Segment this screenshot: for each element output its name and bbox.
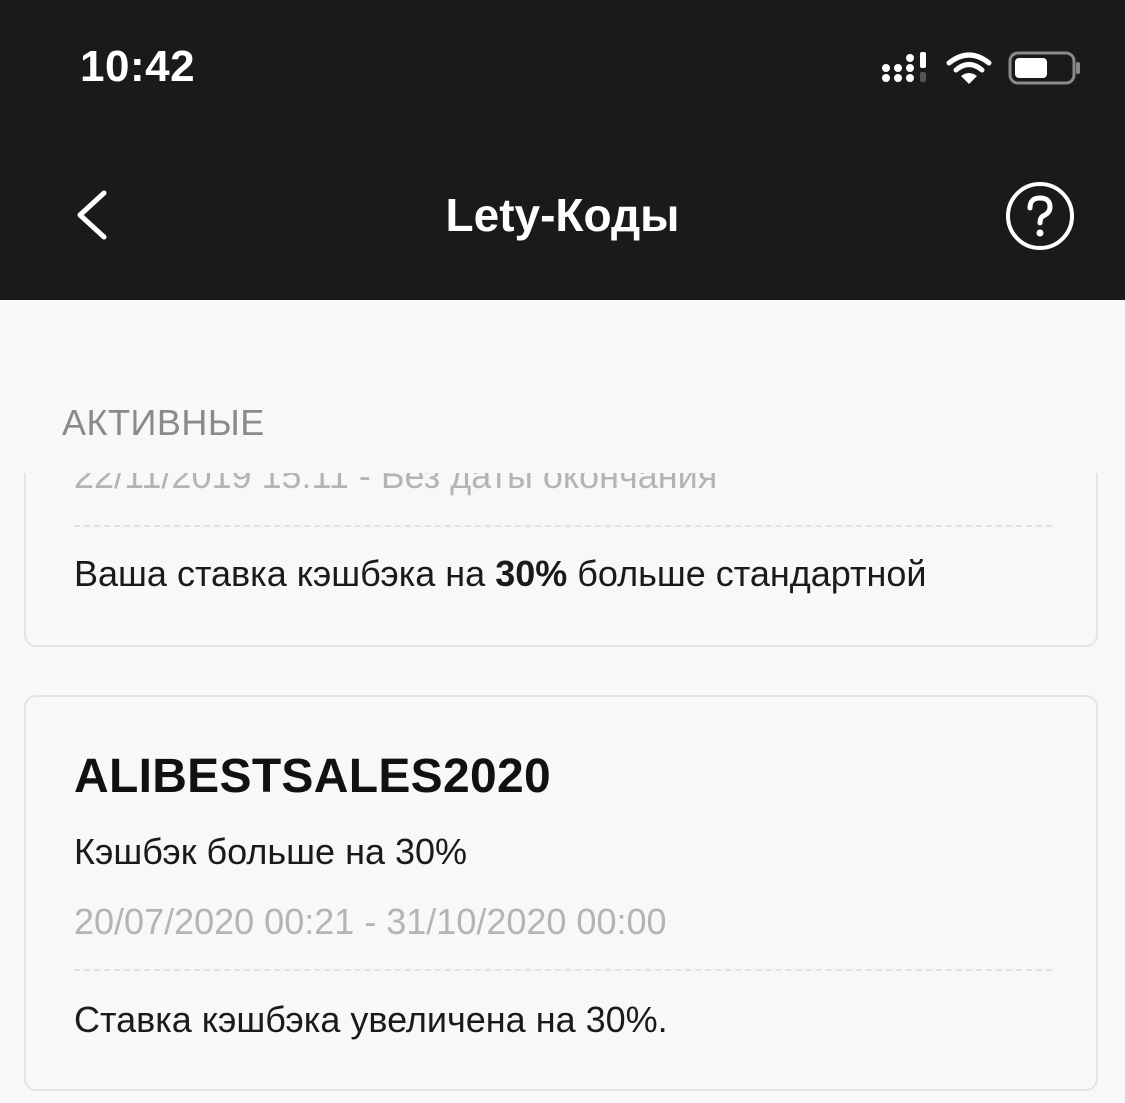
card-description: Ваша ставка кэшбэка на 30% больше станда…	[74, 553, 927, 594]
section-label-active: АКТИВНЫЕ	[62, 402, 265, 443]
card-description: Ставка кэшбэка увеличена на 30%.	[74, 999, 668, 1040]
promo-code-card[interactable]: 22/11/2019 15:11 - Без даты окончания Ва…	[24, 473, 1098, 647]
battery-icon	[1008, 51, 1080, 85]
card-dates: 20/07/2020 00:21 - 31/10/2020 00:00	[74, 901, 667, 942]
status-time: 10:42	[80, 42, 196, 91]
wifi-icon	[946, 52, 992, 84]
codes-list[interactable]: 22/11/2019 15:11 - Без даты окончания Ва…	[0, 473, 1125, 1103]
app-header: 10:42 Lety-Коды	[0, 0, 1125, 300]
promo-code-card[interactable]: ALIBESTSALES2020 Кэшбэк больше на 30% 20…	[24, 695, 1098, 1091]
card-divider	[74, 969, 1052, 971]
card-subtitle: Кэшбэк больше на 30%	[74, 831, 468, 872]
question-circle-icon	[1006, 182, 1074, 250]
help-button[interactable]	[1004, 180, 1076, 252]
card-divider	[74, 525, 1052, 527]
signal-icon	[882, 52, 926, 82]
card-dates: 22/11/2019 15:11 - Без даты окончания	[74, 473, 718, 496]
page-title: Lety-Коды	[445, 189, 680, 241]
promo-code: ALIBESTSALES2020	[74, 750, 551, 803]
